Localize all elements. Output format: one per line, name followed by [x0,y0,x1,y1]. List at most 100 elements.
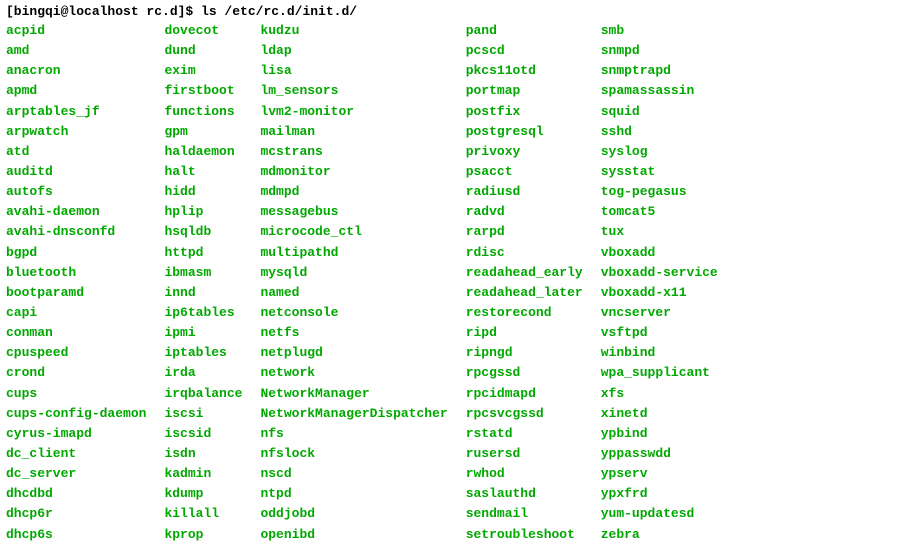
file-entry: nscd [260,464,447,484]
file-entry: saslauthd [466,484,583,504]
file-entry: ripngd [466,343,583,363]
file-entry: portmap [466,81,583,101]
file-entry: named [260,283,447,303]
file-entry: ldap [260,41,447,61]
file-entry: killall [164,504,242,524]
file-entry: NetworkManager [260,384,447,404]
file-entry: wpa_supplicant [601,363,718,383]
file-entry: NetworkManagerDispatcher [260,404,447,424]
file-entry: kdump [164,484,242,504]
file-entry: winbind [601,343,718,363]
file-entry: tomcat5 [601,202,718,222]
file-entry: cyrus-imapd [6,424,146,444]
file-entry: ipmi [164,323,242,343]
file-entry: dovecot [164,21,242,41]
file-entry: psacct [466,162,583,182]
file-entry: cpuspeed [6,343,146,363]
file-entry: capi [6,303,146,323]
file-entry: pkcs11otd [466,61,583,81]
file-entry: bootparamd [6,283,146,303]
file-entry: rusersd [466,444,583,464]
file-entry: ntpd [260,484,447,504]
file-entry: snmpd [601,41,718,61]
file-entry: dhcp6s [6,525,146,545]
file-entry: avahi-daemon [6,202,146,222]
file-entry: apmd [6,81,146,101]
file-entry: tux [601,222,718,242]
file-entry: kprop [164,525,242,545]
file-entry: functions [164,102,242,122]
file-entry: innd [164,283,242,303]
file-entry: hidd [164,182,242,202]
file-entry: anacron [6,61,146,81]
file-entry: radiusd [466,182,583,202]
file-entry: sysstat [601,162,718,182]
file-entry: ypxfrd [601,484,718,504]
file-entry: setroubleshoot [466,525,583,545]
file-entry: netfs [260,323,447,343]
file-entry: rstatd [466,424,583,444]
file-entry: rpcsvcgssd [466,404,583,424]
file-entry: avahi-dnsconfd [6,222,146,242]
file-entry: radvd [466,202,583,222]
file-entry: dc_client [6,444,146,464]
file-entry: crond [6,363,146,383]
file-entry: irqbalance [164,384,242,404]
file-entry: snmptrapd [601,61,718,81]
file-entry: ibmasm [164,263,242,283]
file-entry: auditd [6,162,146,182]
file-entry: firstboot [164,81,242,101]
file-entry: vboxadd-x11 [601,283,718,303]
file-entry: mcstrans [260,142,447,162]
file-entry: oddjobd [260,504,447,524]
file-entry: ypserv [601,464,718,484]
file-entry: rwhod [466,464,583,484]
file-entry: kudzu [260,21,447,41]
file-entry: postfix [466,102,583,122]
file-entry: hplip [164,202,242,222]
file-entry: rpcgssd [466,363,583,383]
file-entry: mdmpd [260,182,447,202]
file-entry: kadmin [164,464,242,484]
file-entry: cups-config-daemon [6,404,146,424]
file-entry: iscsid [164,424,242,444]
file-entry: openibd [260,525,447,545]
file-entry: gpm [164,122,242,142]
file-entry: vboxadd [601,243,718,263]
file-entry: messagebus [260,202,447,222]
file-entry: multipathd [260,243,447,263]
file-entry: lm_sensors [260,81,447,101]
file-entry: rdisc [466,243,583,263]
file-entry: microcode_ctl [260,222,447,242]
file-entry: pcscd [466,41,583,61]
file-entry: yppasswdd [601,444,718,464]
file-entry: restorecond [466,303,583,323]
file-entry: iscsi [164,404,242,424]
file-entry: smb [601,21,718,41]
file-entry: mysqld [260,263,447,283]
ls-column-1: dovecotdundeximfirstbootfunctionsgpmhald… [164,21,242,545]
file-entry: exim [164,61,242,81]
file-entry: yum-updatesd [601,504,718,524]
file-entry: dc_server [6,464,146,484]
file-entry: rarpd [466,222,583,242]
file-entry: xinetd [601,404,718,424]
file-entry: atd [6,142,146,162]
file-entry: dhcdbd [6,484,146,504]
file-entry: rpcidmapd [466,384,583,404]
file-entry: zebra [601,525,718,545]
file-entry: network [260,363,447,383]
file-entry: hsqldb [164,222,242,242]
ls-output: acpidamdanacronapmdarptables_jfarpwatcha… [6,21,908,545]
file-entry: pand [466,21,583,41]
file-entry: vboxadd-service [601,263,718,283]
file-entry: conman [6,323,146,343]
file-entry: nfslock [260,444,447,464]
file-entry: bgpd [6,243,146,263]
file-entry: bluetooth [6,263,146,283]
file-entry: lisa [260,61,447,81]
file-entry: netconsole [260,303,447,323]
file-entry: httpd [164,243,242,263]
file-entry: iptables [164,343,242,363]
file-entry: tog-pegasus [601,182,718,202]
